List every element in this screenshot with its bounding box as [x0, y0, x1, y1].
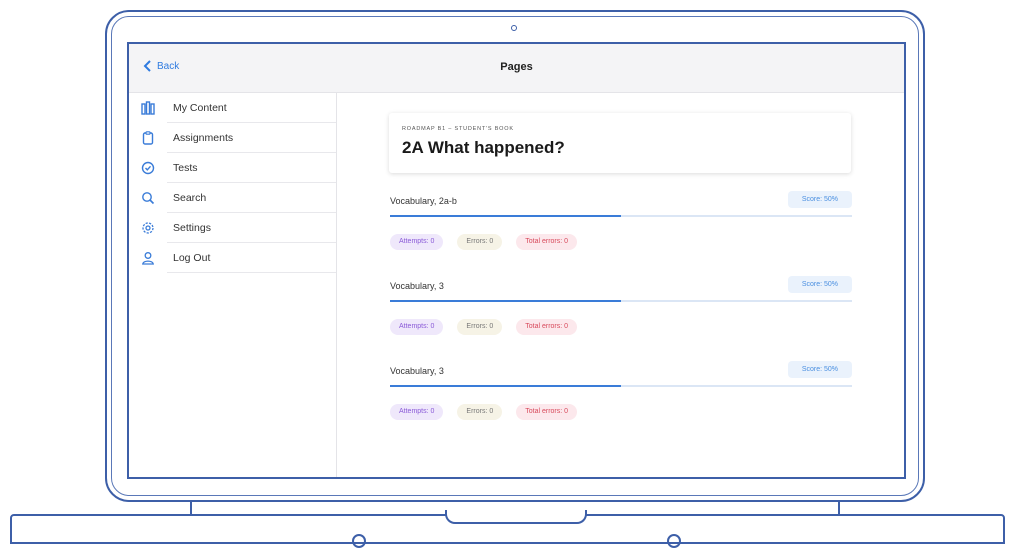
- library-icon: [141, 101, 155, 115]
- laptop-notch: [445, 510, 587, 524]
- gear-icon: [141, 221, 155, 235]
- progress-fill: [390, 385, 621, 387]
- sidebar-item-tests[interactable]: Tests: [129, 153, 336, 183]
- total-errors-chip: Total errors: 0: [516, 234, 578, 250]
- progress-fill: [390, 215, 621, 217]
- sidebar-item-my-content[interactable]: My Content: [129, 93, 336, 123]
- hinge: [838, 500, 840, 514]
- score-badge: Score: 50%: [787, 361, 852, 378]
- total-errors-chip: Total errors: 0: [516, 404, 578, 420]
- errors-chip: Errors: 0: [457, 319, 503, 335]
- progress-fill: [390, 300, 621, 302]
- stats-row: Attempts: 0 Errors: 0 Total errors: 0: [390, 234, 578, 250]
- page-title: Pages: [500, 61, 533, 73]
- laptop-foot: [667, 534, 681, 548]
- sidebar-item-label: Log Out: [173, 252, 211, 264]
- sidebar: My Content Assignments Tests Search Sett…: [129, 93, 337, 477]
- navigation-bar: Back Pages: [129, 44, 904, 93]
- exercise-title: Vocabulary, 3: [390, 281, 444, 291]
- score-badge: Score: 50%: [787, 276, 852, 293]
- sidebar-item-label: Assignments: [173, 132, 234, 144]
- main-content: ROADMAP B1 – STUDENT'S BOOK 2A What happ…: [337, 93, 904, 477]
- exercise-section[interactable]: Vocabulary, 3 Score: 50% Attempts: 0 Err…: [382, 360, 858, 440]
- progress-track: [390, 385, 852, 387]
- progress-track: [390, 300, 852, 302]
- sidebar-item-label: Search: [173, 192, 207, 204]
- unit-title: 2A What happened?: [402, 138, 565, 157]
- errors-chip: Errors: 0: [457, 404, 503, 420]
- stats-row: Attempts: 0 Errors: 0 Total errors: 0: [390, 319, 578, 335]
- sidebar-item-label: My Content: [173, 102, 227, 114]
- book-subtitle: ROADMAP B1 – STUDENT'S BOOK: [402, 126, 514, 132]
- divider: [167, 272, 336, 273]
- score-badge: Score: 50%: [787, 191, 852, 208]
- exercise-section[interactable]: Vocabulary, 3 Score: 50% Attempts: 0 Err…: [382, 275, 858, 355]
- app-screen: Back Pages My Content Assignments Tests: [127, 42, 906, 479]
- sidebar-item-label: Settings: [173, 222, 211, 234]
- sidebar-item-search[interactable]: Search: [129, 183, 336, 213]
- clipboard-icon: [141, 131, 155, 145]
- search-icon: [141, 191, 155, 205]
- exercise-section[interactable]: Vocabulary, 2a-b Score: 50% Attempts: 0 …: [382, 190, 858, 270]
- check-circle-icon: [141, 161, 155, 175]
- exercise-title: Vocabulary, 2a-b: [390, 196, 457, 206]
- total-errors-chip: Total errors: 0: [516, 319, 578, 335]
- sidebar-item-settings[interactable]: Settings: [129, 213, 336, 243]
- errors-chip: Errors: 0: [457, 234, 503, 250]
- camera-icon: [511, 25, 517, 31]
- exercise-title: Vocabulary, 3: [390, 366, 444, 376]
- hinge: [190, 500, 192, 514]
- sidebar-item-label: Tests: [173, 162, 198, 174]
- user-icon: [141, 251, 155, 265]
- attempts-chip: Attempts: 0: [390, 404, 444, 420]
- book-header-card: ROADMAP B1 – STUDENT'S BOOK 2A What happ…: [389, 113, 851, 173]
- attempts-chip: Attempts: 0: [390, 319, 444, 335]
- stats-row: Attempts: 0 Errors: 0 Total errors: 0: [390, 404, 578, 420]
- sidebar-item-log-out[interactable]: Log Out: [129, 243, 336, 273]
- sidebar-item-assignments[interactable]: Assignments: [129, 123, 336, 153]
- progress-track: [390, 215, 852, 217]
- attempts-chip: Attempts: 0: [390, 234, 444, 250]
- laptop-foot: [352, 534, 366, 548]
